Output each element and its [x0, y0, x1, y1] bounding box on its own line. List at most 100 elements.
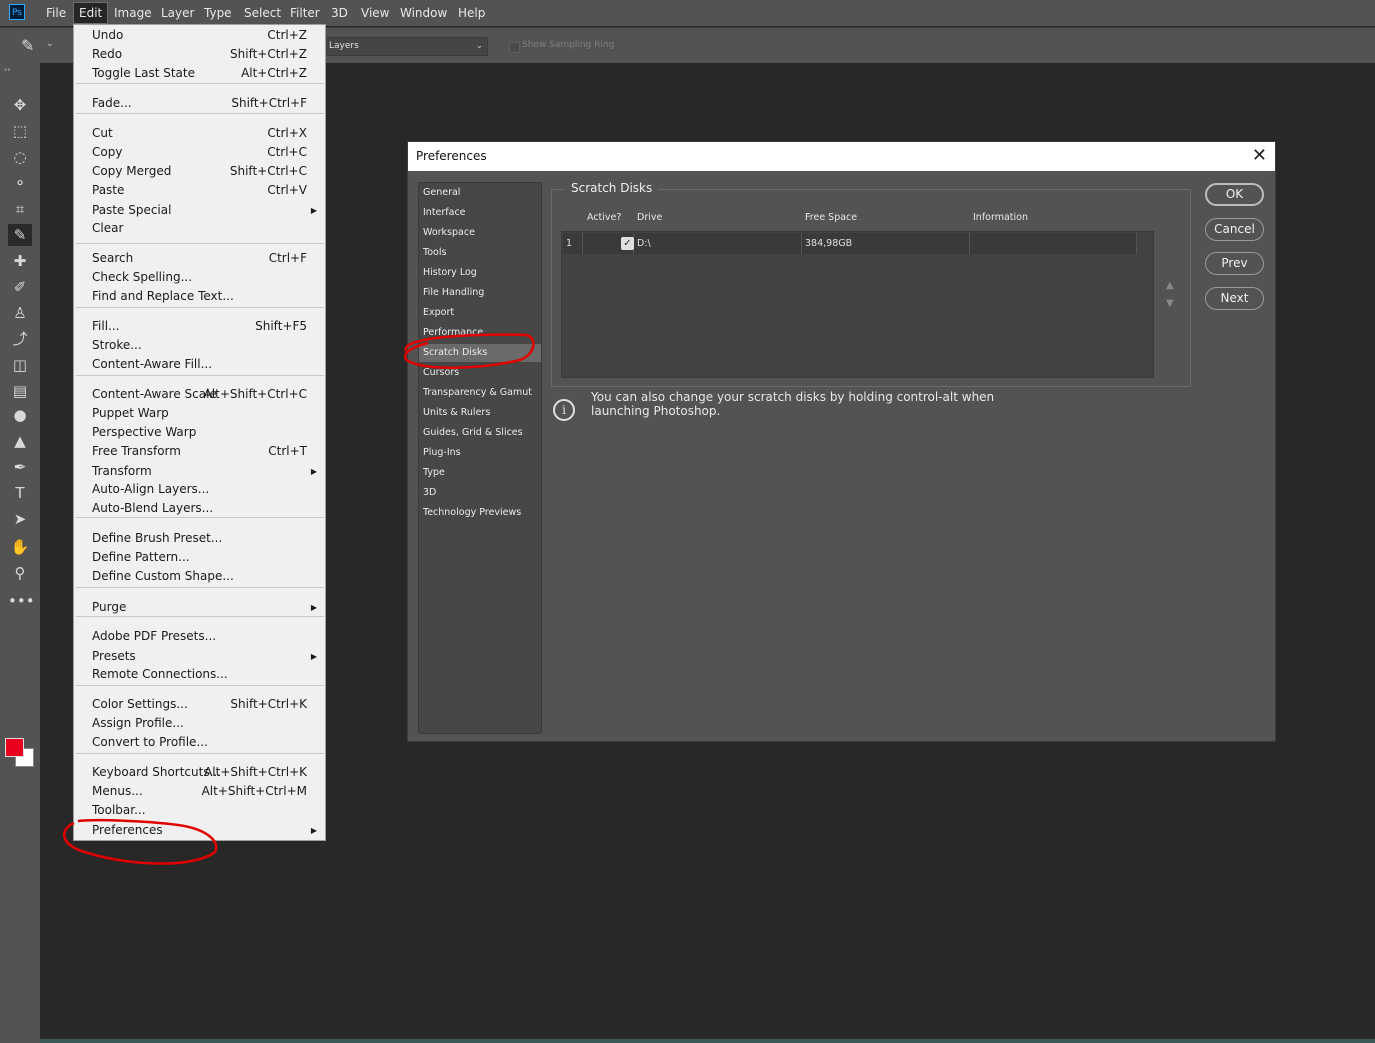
menu-item-toolbar[interactable]: Toolbar... — [74, 801, 325, 820]
menu-item-fade[interactable]: Fade... Shift+Ctrl+F — [74, 94, 325, 113]
eyedropper-preset-icon[interactable]: ✎ — [21, 36, 34, 55]
foreground-color-swatch[interactable] — [5, 738, 24, 757]
category-scratch-disks[interactable]: Scratch Disks — [419, 344, 541, 362]
menu-item-perspective-warp[interactable]: Perspective Warp — [74, 423, 325, 442]
table-row[interactable]: 1 ✓ D:\ 384,98GB — [563, 233, 1137, 254]
category-cursors[interactable]: Cursors — [419, 364, 541, 382]
healing-icon[interactable]: ✚ — [8, 250, 32, 272]
panel-grip-icon[interactable]: ›› — [4, 65, 10, 74]
menu-view[interactable]: View — [356, 0, 394, 26]
menu-item-free-transform[interactable]: Free Transform Ctrl+T — [74, 442, 325, 461]
menu-item-stroke[interactable]: Stroke... — [74, 336, 325, 355]
category-3d[interactable]: 3D — [419, 484, 541, 502]
menu-3d[interactable]: 3D — [326, 0, 353, 26]
menu-item-convert-to-profile[interactable]: Convert to Profile... — [74, 733, 325, 752]
menu-item-redo[interactable]: Redo Shift+Ctrl+Z — [74, 45, 325, 64]
menu-item-check-spelling[interactable]: Check Spelling... — [74, 268, 325, 287]
menu-item-presets[interactable]: Presets ▶ — [74, 647, 325, 666]
category-type[interactable]: Type — [419, 464, 541, 482]
move-icon[interactable]: ✥ — [8, 94, 32, 116]
menu-item-transform[interactable]: Transform ▶ — [74, 462, 325, 481]
menu-item-content-aware-fill[interactable]: Content-Aware Fill... — [74, 355, 325, 374]
close-icon[interactable]: ✕ — [1252, 145, 1267, 166]
brush-icon[interactable]: ✐ — [8, 276, 32, 298]
menu-image[interactable]: Image — [109, 0, 157, 26]
menu-filter[interactable]: Filter — [285, 0, 325, 26]
menu-item-content-aware-scale[interactable]: Content-Aware Scale Alt+Shift+Ctrl+C — [74, 385, 325, 404]
menu-item-copy-merged[interactable]: Copy Merged Shift+Ctrl+C — [74, 162, 325, 181]
category-workspace[interactable]: Workspace — [419, 224, 541, 242]
hand-icon[interactable]: ✋ — [8, 536, 32, 558]
menu-type[interactable]: Type — [199, 0, 237, 26]
menu-item-purge[interactable]: Purge ▶ — [74, 598, 325, 617]
category-plug-ins[interactable]: Plug-Ins — [419, 444, 541, 462]
menu-item-define-pattern[interactable]: Define Pattern... — [74, 548, 325, 567]
marquee-icon[interactable]: ⬚ — [8, 120, 32, 142]
path-select-icon[interactable]: ➤ — [8, 508, 32, 530]
menu-item-auto-align-layers[interactable]: Auto-Align Layers... — [74, 480, 325, 499]
gradient-icon[interactable]: ▤ — [8, 380, 32, 402]
menu-item-adobe-pdf-presets[interactable]: Adobe PDF Presets... — [74, 627, 325, 646]
menu-item-preferences[interactable]: Preferences ▶ — [74, 821, 325, 840]
zoom-icon[interactable]: ⚲ — [8, 562, 32, 584]
category-interface[interactable]: Interface — [419, 204, 541, 222]
sample-select[interactable]: Layers ⌄ — [324, 37, 488, 56]
category-tools[interactable]: Tools — [419, 244, 541, 262]
category-technology-previews[interactable]: Technology Previews — [419, 504, 541, 522]
menu-item-puppet-warp[interactable]: Puppet Warp — [74, 404, 325, 423]
category-general[interactable]: General — [419, 184, 541, 202]
category-history-log[interactable]: History Log — [419, 264, 541, 282]
clone-stamp-icon[interactable]: ♙ — [8, 302, 32, 324]
next-button[interactable]: Next — [1205, 287, 1264, 310]
menu-item-auto-blend-layers[interactable]: Auto-Blend Layers... — [74, 499, 325, 518]
menu-item-undo[interactable]: Undo Ctrl+Z — [74, 26, 325, 45]
category-file-handling[interactable]: File Handling — [419, 284, 541, 302]
category-performance[interactable]: Performance — [419, 324, 541, 342]
menu-item-define-custom-shape[interactable]: Define Custom Shape... — [74, 567, 325, 586]
menu-item-menus[interactable]: Menus... Alt+Shift+Ctrl+M — [74, 782, 325, 801]
menu-help[interactable]: Help — [453, 0, 490, 26]
menu-item-clear[interactable]: Clear — [74, 219, 325, 238]
menu-edit[interactable]: Edit — [73, 2, 109, 24]
move-down-arrow-icon[interactable]: ▼ — [1166, 298, 1174, 309]
eraser-icon[interactable]: ◫ — [8, 354, 32, 376]
menu-item-color-settings[interactable]: Color Settings... Shift+Ctrl+K — [74, 695, 325, 714]
menu-item-keyboard-shortcuts[interactable]: Keyboard Shortcuts... Alt+Shift+Ctrl+K — [74, 763, 325, 782]
category-guides-grid-slices[interactable]: Guides, Grid & Slices — [419, 424, 541, 442]
cancel-button[interactable]: Cancel — [1205, 218, 1264, 241]
chevron-down-icon[interactable]: ⌄ — [46, 39, 54, 49]
menu-item-assign-profile[interactable]: Assign Profile... — [74, 714, 325, 733]
blur-icon[interactable]: ● — [8, 404, 32, 426]
menu-item-search[interactable]: Search Ctrl+F — [74, 249, 325, 268]
crop-icon[interactable]: ⌗ — [8, 198, 32, 220]
menu-window[interactable]: Window — [395, 0, 452, 26]
pen-icon[interactable]: ✒ — [8, 456, 32, 478]
menu-layer[interactable]: Layer — [156, 0, 199, 26]
menu-item-find-and-replace-text[interactable]: Find and Replace Text... — [74, 287, 325, 306]
quick-select-icon[interactable]: ⚬ — [8, 172, 32, 194]
category-units-rulers[interactable]: Units & Rulers — [419, 404, 541, 422]
menu-file[interactable]: File — [41, 0, 71, 26]
menu-item-toggle-last-state[interactable]: Toggle Last State Alt+Ctrl+Z — [74, 64, 325, 83]
menu-item-paste[interactable]: Paste Ctrl+V — [74, 181, 325, 200]
menu-item-paste-special[interactable]: Paste Special ▶ — [74, 201, 325, 220]
category-transparency-gamut[interactable]: Transparency & Gamut — [419, 384, 541, 402]
dodge-icon[interactable]: ▲ — [8, 430, 32, 452]
menu-item-fill[interactable]: Fill... Shift+F5 — [74, 317, 325, 336]
more-icon[interactable]: ••• — [8, 590, 35, 612]
category-export[interactable]: Export — [419, 304, 541, 322]
lasso-icon[interactable]: ◌ — [8, 146, 32, 168]
show-sampling-ring-checkbox[interactable] — [509, 42, 520, 53]
menu-item-define-brush-preset[interactable]: Define Brush Preset... — [74, 529, 325, 548]
eyedropper-icon[interactable]: ✎ — [8, 224, 32, 246]
menu-item-cut[interactable]: Cut Ctrl+X — [74, 124, 325, 143]
prev-button[interactable]: Prev — [1205, 252, 1264, 275]
ok-button[interactable]: OK — [1205, 183, 1264, 206]
type-icon[interactable]: T — [8, 482, 32, 504]
menu-item-remote-connections[interactable]: Remote Connections... — [74, 665, 325, 684]
active-checkbox[interactable]: ✓ — [621, 237, 634, 250]
history-brush-icon[interactable]: ⤴ — [8, 328, 32, 350]
move-up-arrow-icon[interactable]: ▲ — [1166, 280, 1174, 291]
menu-select[interactable]: Select — [239, 0, 286, 26]
menu-item-copy[interactable]: Copy Ctrl+C — [74, 143, 325, 162]
